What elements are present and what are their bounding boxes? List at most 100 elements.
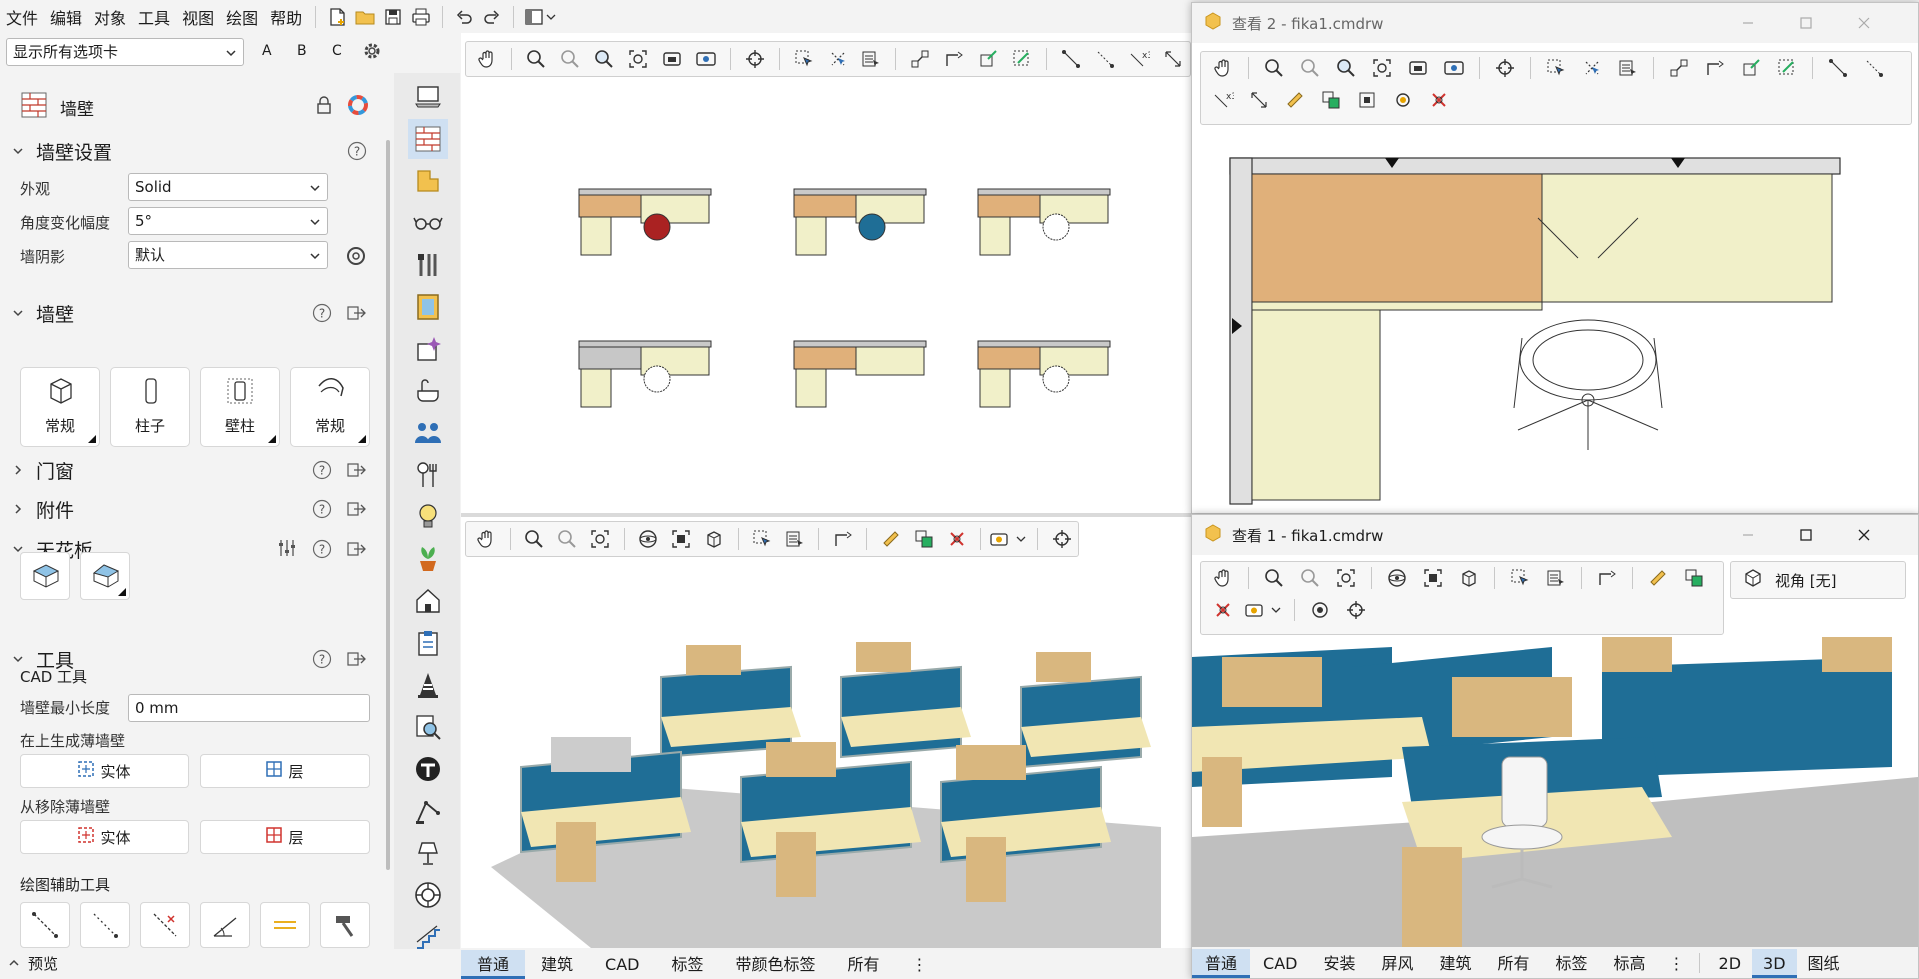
deselect-icon[interactable] xyxy=(1574,52,1610,84)
aid-angle-icon[interactable] xyxy=(200,902,250,948)
inspect-category-icon[interactable] xyxy=(408,707,448,747)
ceiling-slope-button[interactable] xyxy=(80,552,130,600)
reset-icon[interactable] xyxy=(1385,84,1421,116)
delete-red-icon[interactable] xyxy=(940,523,973,555)
draw-green-icon[interactable] xyxy=(1733,52,1769,84)
aid-dashed-line-icon[interactable] xyxy=(80,902,130,948)
tab-all[interactable]: 所有 xyxy=(1485,949,1543,978)
zoom-icon[interactable] xyxy=(1256,52,1292,84)
help-icon[interactable]: ? xyxy=(347,141,367,165)
center-icon[interactable] xyxy=(1338,594,1374,626)
measure-icon[interactable] xyxy=(1241,84,1277,116)
dimension-icon[interactable] xyxy=(826,523,859,555)
copy-green-icon[interactable] xyxy=(1676,562,1712,594)
tab-cad[interactable]: CAD xyxy=(589,950,655,979)
compass-category-icon[interactable] xyxy=(408,875,448,915)
box-view-icon[interactable] xyxy=(1451,562,1487,594)
layout-dropdown-icon[interactable] xyxy=(521,4,561,30)
camera-view-icon[interactable] xyxy=(1436,52,1472,84)
sparkle-category-icon[interactable] xyxy=(408,329,448,369)
ruler-icon[interactable] xyxy=(874,523,907,555)
tab-labels[interactable]: 标签 xyxy=(1543,949,1601,978)
save-icon[interactable] xyxy=(379,4,407,30)
dimension-icon[interactable] xyxy=(1589,562,1625,594)
menu-file[interactable]: 文件 xyxy=(0,5,44,29)
connect-icon[interactable] xyxy=(903,43,937,75)
frame-selection-icon[interactable] xyxy=(665,523,698,555)
ruler-icon[interactable] xyxy=(1277,84,1313,116)
house-category-icon[interactable] xyxy=(408,581,448,621)
bath-category-icon[interactable] xyxy=(408,371,448,411)
orbit-icon[interactable] xyxy=(1379,562,1415,594)
tab-shortcut-b[interactable]: B xyxy=(297,43,307,59)
plant-category-icon[interactable] xyxy=(408,539,448,579)
3d-view[interactable] xyxy=(461,517,1191,948)
view-window-icon[interactable] xyxy=(655,43,689,75)
maximize-icon[interactable] xyxy=(1777,515,1835,555)
select-layer-icon[interactable] xyxy=(1610,52,1646,84)
line-tool-icon[interactable] xyxy=(1820,52,1856,84)
ceiling-flat-button[interactable] xyxy=(20,552,70,600)
zoom-out-icon[interactable] xyxy=(587,43,621,75)
pan-hand-icon[interactable] xyxy=(1205,52,1241,84)
zoom-in-icon[interactable] xyxy=(1292,52,1328,84)
section-wall-settings[interactable]: 墙壁设置 xyxy=(0,134,386,168)
appearance-select[interactable]: Solid xyxy=(128,173,328,201)
zoom-icon[interactable] xyxy=(1256,562,1292,594)
lock-icon[interactable] xyxy=(316,95,332,119)
crane-category-icon[interactable] xyxy=(408,791,448,831)
mode-drawing[interactable]: 图纸 xyxy=(1797,949,1851,978)
t-circle-category-icon[interactable] xyxy=(408,749,448,789)
tab-shortcut-c[interactable]: C xyxy=(332,43,342,59)
connect-icon[interactable] xyxy=(1661,52,1697,84)
view-window-icon[interactable] xyxy=(1400,52,1436,84)
redo-icon[interactable] xyxy=(478,4,506,30)
aid-parallel-icon[interactable] xyxy=(260,902,310,948)
popout-icon[interactable] xyxy=(347,500,367,522)
tab-selector[interactable]: 显示所有选项卡 xyxy=(6,38,244,66)
minimize-icon[interactable] xyxy=(1719,515,1777,555)
aid-line-icon[interactable] xyxy=(20,902,70,948)
generate-solid-button[interactable]: 实体 xyxy=(20,754,189,788)
help-icon[interactable]: ? xyxy=(312,460,332,484)
delete-red-icon[interactable] xyxy=(1421,84,1457,116)
kitchen-category-icon[interactable] xyxy=(408,455,448,495)
remove-layer-button[interactable]: 层 xyxy=(200,820,370,854)
close-icon[interactable] xyxy=(1835,515,1893,555)
fill-window-icon[interactable] xyxy=(584,523,617,555)
dashed-line-tool-icon[interactable] xyxy=(1088,43,1122,75)
zoom-in-icon[interactable] xyxy=(551,523,584,555)
print-icon[interactable] xyxy=(407,4,435,30)
menu-edit[interactable]: 编辑 xyxy=(44,5,88,29)
minimize-icon[interactable] xyxy=(1719,3,1777,43)
left-panel-scrollbar[interactable] xyxy=(386,140,390,870)
settings-gear-icon[interactable] xyxy=(345,245,367,271)
help-icon[interactable]: ? xyxy=(312,303,332,327)
orbit-icon[interactable] xyxy=(632,523,665,555)
camera-dropdown-icon[interactable] xyxy=(988,523,1030,555)
camera-orbit-icon[interactable] xyxy=(1302,594,1338,626)
pan-hand-icon[interactable] xyxy=(1205,562,1241,594)
line-x3-icon[interactable]: x3 xyxy=(1122,43,1156,75)
help-icon[interactable]: ? xyxy=(312,499,332,523)
tab-architecture[interactable]: 建筑 xyxy=(1426,949,1484,978)
aid-intersection-icon[interactable] xyxy=(140,902,190,948)
select-layer-icon[interactable] xyxy=(1538,562,1574,594)
copy-green-icon[interactable] xyxy=(1313,84,1349,116)
dimension-icon[interactable] xyxy=(1697,52,1733,84)
center-icon[interactable] xyxy=(1487,52,1523,84)
delete-red-icon[interactable] xyxy=(1205,594,1241,626)
deselect-icon[interactable] xyxy=(821,43,855,75)
close-icon[interactable] xyxy=(1835,3,1893,43)
popout-icon[interactable] xyxy=(347,540,367,562)
undo-icon[interactable] xyxy=(450,4,478,30)
tab-shortcut-a[interactable]: A xyxy=(262,43,272,59)
select-icon[interactable] xyxy=(1502,562,1538,594)
help-icon[interactable]: ? xyxy=(312,649,332,673)
dashed-line-tool-icon[interactable] xyxy=(1856,52,1892,84)
transform-icon[interactable] xyxy=(1349,84,1385,116)
camera-view-icon[interactable] xyxy=(689,43,723,75)
popout-icon[interactable] xyxy=(347,461,367,483)
stairs-category-icon[interactable] xyxy=(408,917,448,957)
wall-regular-button[interactable]: 常规 xyxy=(20,367,100,447)
